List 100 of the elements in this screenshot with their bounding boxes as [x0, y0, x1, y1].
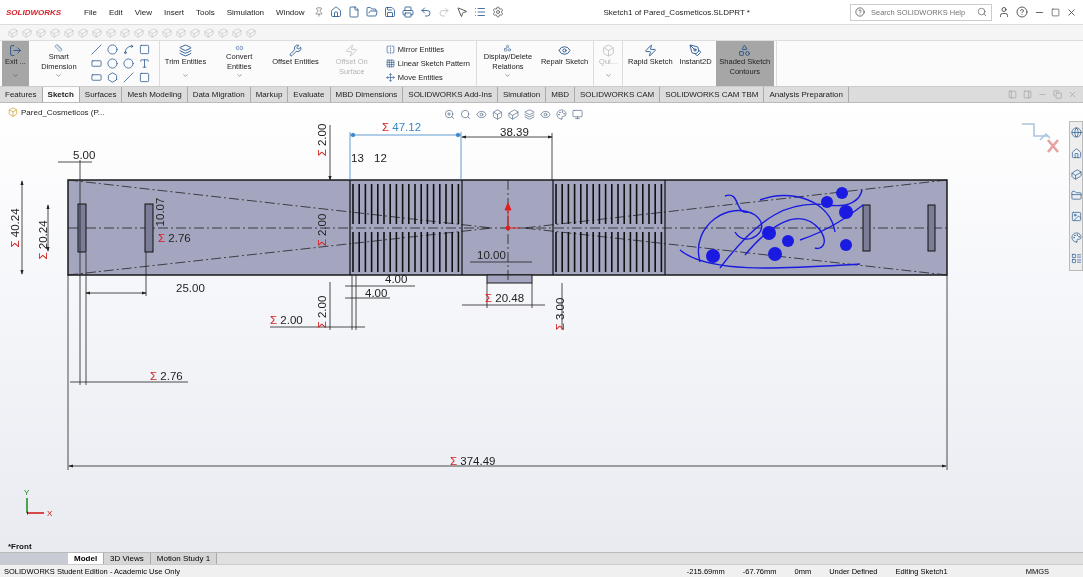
dimension-value[interactable]: Σ 2.00 — [316, 123, 328, 157]
app-logo: SOLIDWORKS — [6, 7, 62, 17]
settings-icon[interactable] — [491, 6, 504, 18]
hide-show-icon[interactable] — [540, 109, 551, 120]
search-icon — [977, 7, 987, 17]
appearance-icon[interactable] — [556, 109, 567, 120]
dimension-value[interactable]: Σ 2.00 — [316, 295, 328, 329]
selected-dimension-line[interactable] — [349, 131, 462, 181]
globe-icon[interactable] — [1070, 127, 1082, 138]
spline-icon[interactable] — [122, 44, 134, 55]
home-icon[interactable] — [1070, 148, 1082, 159]
line-icon[interactable] — [90, 44, 102, 55]
dimension-value[interactable]: 4.00 — [365, 287, 388, 299]
restore-icon[interactable] — [1051, 7, 1060, 17]
circle-icon[interactable] — [106, 44, 118, 55]
pen-icon — [689, 44, 703, 57]
section-view-icon[interactable] — [524, 109, 535, 120]
dimension-value[interactable]: 4.00 — [385, 273, 408, 285]
zoom-icon[interactable] — [444, 109, 455, 120]
menu-item[interactable]: Tools — [193, 7, 218, 17]
part-icon — [8, 107, 18, 117]
sketch-plate-drawing[interactable] — [67, 179, 948, 284]
dimension-value[interactable]: 10.00 — [477, 249, 506, 261]
library-icon[interactable] — [1070, 169, 1082, 180]
caret-icon — [55, 72, 63, 79]
dimension-value[interactable]: 10.07 — [154, 197, 166, 227]
dimension-value[interactable]: Σ 3.00 — [554, 297, 566, 331]
home-icon[interactable] — [329, 6, 342, 18]
wrench-icon — [289, 44, 303, 57]
caret-icon — [604, 72, 612, 79]
dimension-value[interactable]: Σ 2.76 — [150, 370, 183, 382]
zoom-area-icon[interactable] — [460, 109, 471, 120]
open-icon[interactable] — [365, 6, 378, 18]
dimension-value[interactable]: 12 — [374, 152, 387, 164]
feature-tree-item[interactable]: Pared_Cosmeticos (P... — [8, 107, 105, 117]
menu-item[interactable]: Simulation — [223, 7, 268, 17]
ribbon-tab[interactable]: Sketch — [42, 87, 80, 102]
move-icon — [385, 73, 395, 83]
dimension-value[interactable]: Σ 47.12 — [382, 121, 422, 133]
caret-icon — [235, 72, 243, 79]
dimension-value[interactable]: Σ 20.48 — [485, 292, 525, 304]
new-document-icon[interactable] — [347, 6, 360, 18]
menu-item[interactable]: View — [131, 7, 155, 17]
panel-right-icon[interactable] — [1023, 90, 1032, 99]
document-title: Sketch1 of Pared_Cosmeticos.SLDPRT * — [602, 7, 751, 17]
slot-icon[interactable] — [90, 72, 102, 83]
monitor-icon[interactable] — [572, 109, 583, 120]
help-icon — [855, 7, 865, 17]
menu-item[interactable]: Window — [273, 7, 308, 17]
dimension-value[interactable]: 25.00 — [176, 282, 205, 294]
redo-icon[interactable] — [437, 6, 450, 18]
quick-snap-icon — [345, 44, 359, 57]
image-icon[interactable] — [1070, 211, 1082, 222]
pattern-grid-icon — [385, 59, 395, 68]
view-orientation-icon[interactable] — [492, 109, 503, 120]
cube-icon — [601, 44, 615, 57]
floral-ornament-drawing[interactable] — [679, 187, 864, 269]
menu-item[interactable]: Insert — [161, 7, 187, 17]
dimension-value[interactable]: Σ 374.49 — [450, 455, 496, 467]
pin-icon[interactable] — [313, 7, 324, 17]
rectangle-icon[interactable] — [90, 58, 102, 69]
polygon-icon[interactable] — [106, 72, 118, 83]
help-icon[interactable] — [1016, 6, 1028, 18]
view-name: *Front — [8, 542, 32, 551]
dimension-value[interactable]: Σ 2.76 — [158, 232, 191, 244]
dimension-value[interactable]: 38.39 — [500, 126, 529, 138]
dimension-value[interactable]: 13 — [351, 152, 364, 164]
axis-label: Y — [24, 488, 30, 497]
text-icon[interactable] — [138, 58, 150, 69]
menu-item[interactable]: File — [81, 7, 100, 17]
close-icon[interactable] — [1066, 6, 1077, 18]
dimension-value[interactable]: Σ 20.24 — [37, 220, 49, 260]
save-icon[interactable] — [383, 6, 396, 18]
caret-icon — [504, 72, 512, 79]
mirror-icon — [385, 44, 395, 54]
display-style-icon[interactable] — [508, 109, 519, 120]
arc-icon[interactable] — [106, 58, 118, 69]
properties-icon[interactable] — [1070, 253, 1082, 264]
menu-item[interactable]: Edit — [106, 7, 126, 17]
dimension-value[interactable]: Σ 2.00 — [316, 213, 328, 247]
dimension-value[interactable]: Σ 40.24 — [9, 208, 21, 248]
dimension-value[interactable]: Σ 2.00 — [270, 314, 303, 326]
appearance-icon[interactable] — [1070, 232, 1082, 243]
print-icon[interactable] — [401, 6, 414, 18]
axis-triad-drawing — [26, 497, 45, 515]
panel-left-icon[interactable] — [1008, 90, 1017, 99]
eye-icon — [558, 44, 571, 57]
view-icon[interactable] — [476, 109, 487, 120]
dimension-value[interactable]: 5.00 — [73, 149, 96, 161]
cancel-icon[interactable] — [1047, 139, 1059, 153]
ellipse-icon[interactable] — [122, 58, 134, 69]
folder-icon[interactable] — [1070, 190, 1082, 201]
list-icon[interactable] — [473, 6, 486, 18]
user-icon[interactable] — [998, 6, 1010, 18]
undo-icon[interactable] — [419, 6, 432, 18]
confirm-sketch-icon[interactable] — [1021, 123, 1051, 141]
caret-icon — [11, 72, 19, 79]
quick-snap-icon — [643, 44, 657, 57]
select-icon[interactable] — [455, 6, 468, 18]
exit-sketch-icon — [8, 44, 22, 57]
